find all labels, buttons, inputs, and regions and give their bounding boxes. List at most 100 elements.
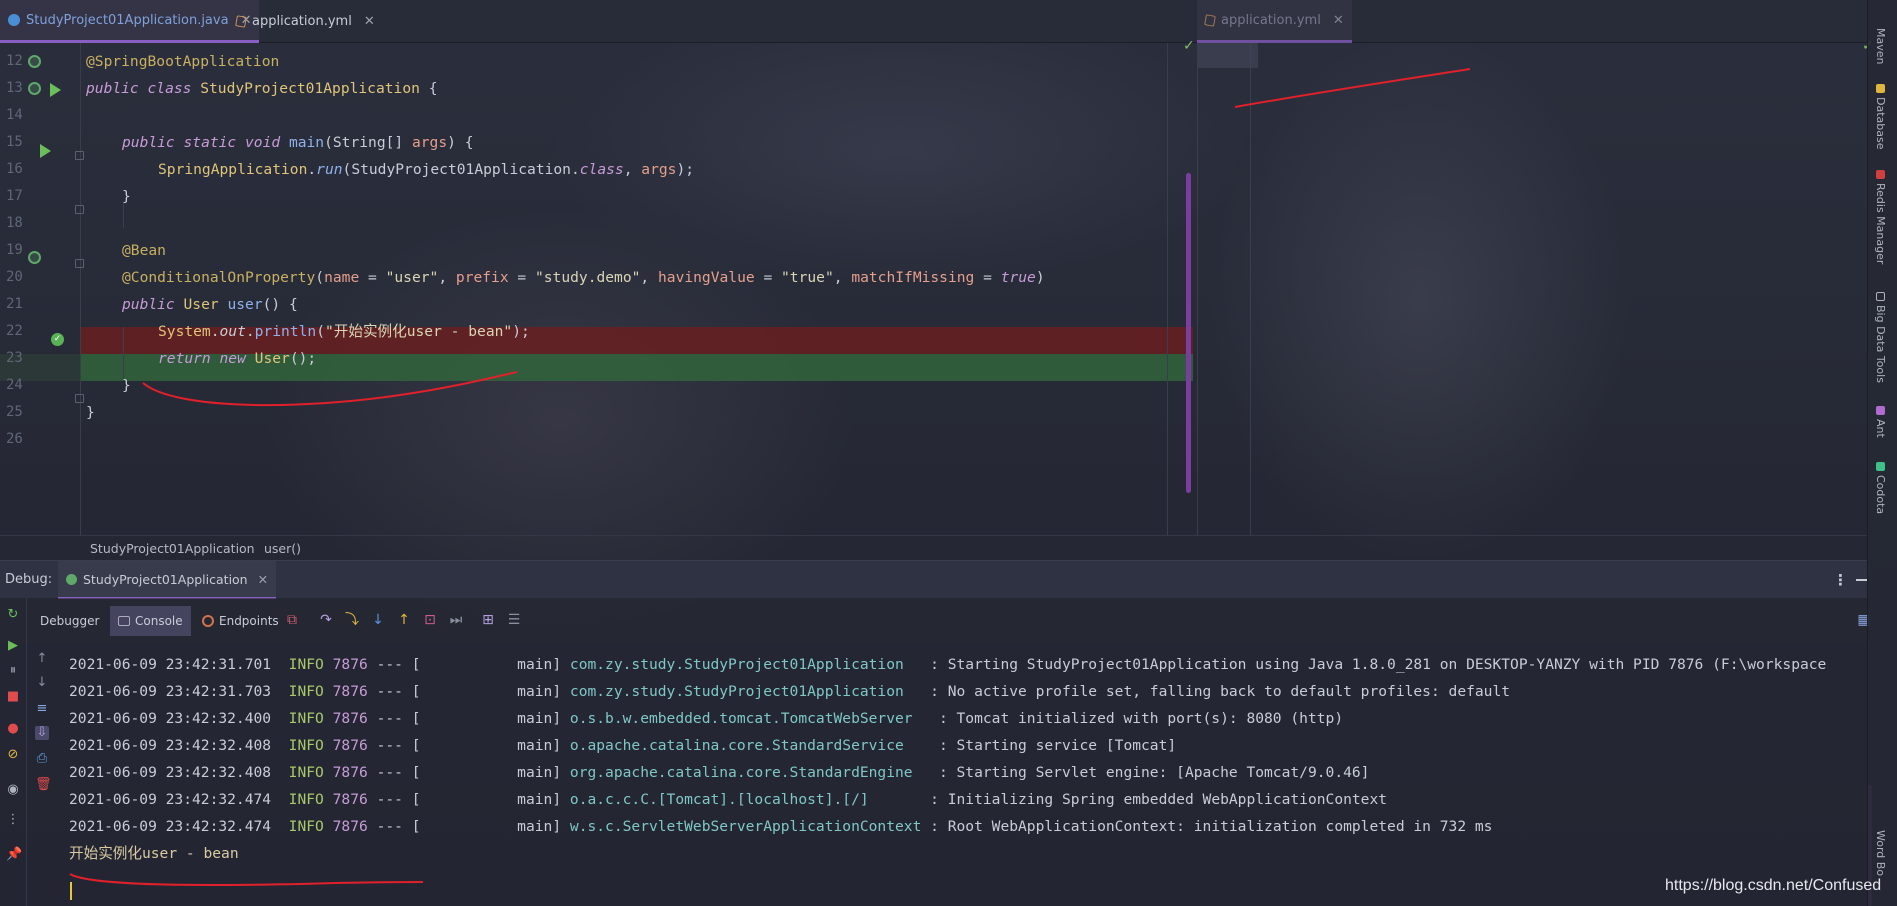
evaluate-expression-icon[interactable]: ⊞ [480, 612, 496, 628]
fold-marker-icon[interactable] [75, 394, 84, 403]
debug-session-label: StudyProject01Application [83, 571, 248, 587]
line-number: 26 [6, 431, 23, 447]
debug-session-tab[interactable]: StudyProject01Application ✕ [58, 561, 277, 599]
console-actions-bar: ↑ ↓ ≡ ⇩ ⎙ 🗑 [27, 644, 57, 906]
trace-icon[interactable]: ☰ [506, 612, 522, 628]
code-line-21: public User user() { [122, 296, 298, 313]
line-number: 17 [6, 188, 23, 204]
database-icon [1875, 84, 1885, 93]
code-line-22: System.out.println("开始实例化user - bean"); [158, 323, 530, 340]
watermark: https://blog.csdn.net/Confused [1665, 877, 1882, 894]
tool-ant[interactable]: Ant [1874, 406, 1887, 438]
close-icon[interactable]: ✕ [258, 572, 268, 587]
pin-icon[interactable]: 📌 [6, 848, 22, 862]
tool-maven[interactable]: Maven [1874, 28, 1887, 64]
mute-breakpoints-icon[interactable]: ⊘ [6, 748, 20, 762]
fold-marker-icon[interactable] [75, 259, 84, 268]
drop-frame-icon[interactable]: ⊡ [422, 612, 438, 628]
restore-layout-icon[interactable]: ⧉ [284, 612, 300, 628]
big-data-icon [1875, 292, 1885, 301]
tool-redis-manager[interactable]: Redis Manager [1874, 170, 1887, 264]
line-number: 16 [6, 161, 23, 177]
tab-application-yml[interactable]: application.yml ✕ [228, 0, 383, 43]
spring-boot-app-icon[interactable] [28, 55, 41, 68]
camera-icon[interactable]: ◉ [6, 783, 20, 797]
line-number: 23 [6, 350, 23, 366]
log-line: 2021-06-09 23:42:32.400 INFO 7876 --- [ … [69, 710, 1344, 727]
current-line-box [1198, 43, 1258, 68]
breakpoint-icon[interactable]: ✓ [51, 333, 64, 346]
soft-wrap-icon[interactable]: ≡ [35, 702, 49, 716]
close-icon[interactable]: ✕ [1333, 13, 1344, 28]
spring-bean-icon[interactable] [28, 82, 41, 95]
redis-icon [1875, 170, 1885, 179]
editor-scrollbar[interactable] [1186, 173, 1191, 493]
line-number: 25 [6, 404, 23, 420]
yml-file-icon [1204, 13, 1216, 27]
print-icon[interactable]: ⎙ [35, 752, 49, 766]
log-line: 2021-06-09 23:42:31.701 INFO 7876 --- [ … [69, 656, 1827, 673]
fold-marker-icon[interactable] [75, 151, 84, 160]
step-out-icon[interactable]: ↑ [396, 612, 412, 628]
console-output[interactable]: 2021-06-09 23:42:31.701 INFO 7876 --- [ … [57, 644, 1867, 906]
code-line-20: @ConditionalOnProperty(name = "user", pr… [122, 269, 1045, 286]
log-line: 2021-06-09 23:42:32.474 INFO 7876 --- [ … [69, 818, 1493, 835]
scroll-up-icon[interactable]: ↑ [35, 652, 49, 666]
debug-actions-bar: ↻ ▶ ⏸ ■ ● ⊘ ◉ ⋮ 📌 [0, 598, 27, 906]
scroll-to-end-icon[interactable]: ⇩ [35, 726, 49, 740]
debug-title: Debug: [5, 572, 53, 587]
editor-tab-bar: StudyProject01Application.java ✕ applica… [0, 0, 1867, 43]
pause-icon[interactable]: ⏸ [6, 664, 20, 678]
line-number: 18 [6, 215, 23, 231]
ant-icon [1875, 406, 1885, 415]
breadcrumb-class[interactable]: StudyProject01Application [90, 536, 255, 561]
text-caret [70, 882, 72, 900]
minimize-icon[interactable] [1856, 579, 1867, 581]
resume-icon[interactable]: ▶ [6, 639, 20, 653]
rerun-icon[interactable]: ↻ [6, 608, 20, 622]
split-editor-application-yml[interactable]: ✓ [1197, 38, 1874, 535]
code-line-24: } [122, 377, 131, 394]
tab-console[interactable]: Console [110, 606, 191, 636]
yml-file-icon [235, 15, 247, 28]
tab-label: application.yml [1221, 12, 1321, 28]
tool-database[interactable]: Database [1874, 84, 1887, 150]
close-icon[interactable]: ✕ [364, 14, 375, 29]
clear-all-icon[interactable]: 🗑 [35, 778, 52, 792]
code-line-25: } [86, 404, 95, 421]
fold-marker-icon[interactable] [75, 205, 84, 214]
console-icon [118, 616, 130, 626]
run-icon[interactable] [40, 144, 51, 158]
code-line-16: SpringApplication.run(StudyProject01Appl… [158, 161, 695, 178]
tab-application-yml-split[interactable]: application.yml ✕ [1197, 0, 1352, 43]
code-line-12: @SpringBootApplication [86, 53, 280, 70]
run-icon[interactable] [50, 83, 61, 97]
run-to-cursor-icon[interactable]: ⏭ [448, 612, 464, 628]
program-output-line: 开始实例化user - bean [69, 845, 239, 862]
code-line-19: @Bean [122, 242, 166, 259]
tab-endpoints[interactable]: Endpoints [194, 606, 287, 636]
inspection-ok-icon[interactable]: ✓ [1183, 38, 1195, 54]
tool-word-book[interactable]: Word Bo [1874, 830, 1887, 876]
tab-debugger[interactable]: Debugger [32, 606, 107, 636]
scroll-down-icon[interactable]: ↓ [35, 676, 49, 690]
right-tool-window-bar: Maven Database Redis Manager Big Data To… [1867, 0, 1897, 906]
debug-tool-window-header: Debug: StudyProject01Application ✕ ⋮ [0, 560, 1867, 599]
breadcrumb-method[interactable]: user() [264, 536, 301, 561]
tab-studyproject01application-java[interactable]: StudyProject01Application.java ✕ [0, 0, 260, 43]
tool-big-data-tools[interactable]: Big Data Tools [1874, 292, 1887, 383]
spring-bean-icon[interactable] [28, 251, 41, 264]
more-options-icon[interactable]: ⋮ [1833, 571, 1848, 589]
endpoints-icon [202, 615, 214, 627]
spring-boot-icon [66, 573, 77, 585]
log-line: 2021-06-09 23:42:31.703 INFO 7876 --- [ … [69, 683, 1511, 700]
step-over-icon[interactable]: ⤵ [344, 612, 360, 628]
breadcrumb: StudyProject01Application user() [0, 535, 1867, 560]
more-icon[interactable]: ⋮ [6, 813, 20, 827]
view-breakpoints-icon[interactable]: ● [6, 722, 20, 736]
step-into-icon[interactable]: ↓ [370, 612, 386, 628]
show-execution-point-icon[interactable]: ↷ [318, 612, 334, 628]
tool-codota[interactable]: Codota [1874, 462, 1887, 514]
stop-icon[interactable]: ■ [6, 690, 20, 704]
code-editor[interactable]: 12 13 14 15 16 17 18 19 20 21 22 23 24 2… [0, 38, 1197, 535]
